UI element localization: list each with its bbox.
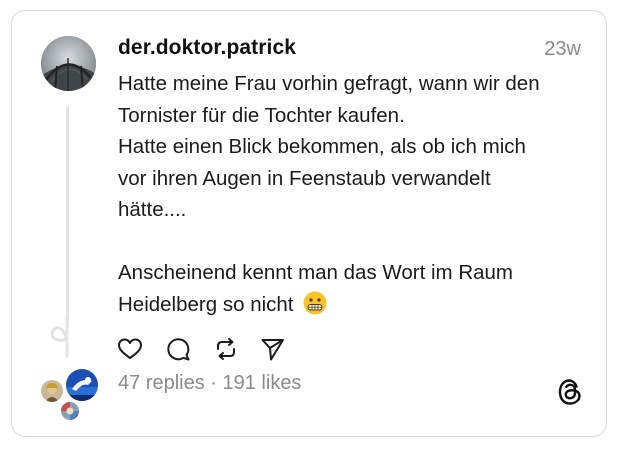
stats-separator: · bbox=[204, 372, 223, 394]
grimacing-face-emoji-icon bbox=[303, 291, 327, 314]
send-icon[interactable] bbox=[260, 336, 286, 362]
post-text-line: Tornister für die Tochter kaufen. bbox=[118, 103, 405, 127]
post-stats: 47 replies · 191 likes bbox=[118, 372, 301, 395]
heart-icon[interactable] bbox=[117, 336, 143, 362]
repost-icon[interactable] bbox=[213, 336, 239, 362]
thread-line bbox=[66, 106, 69, 328]
post-text-blank-line bbox=[118, 226, 588, 258]
post-text-line: Heidelberg so nicht bbox=[118, 292, 294, 316]
post-timestamp: 23w bbox=[544, 38, 581, 60]
thread-curl-icon bbox=[50, 318, 69, 358]
threads-logo-icon bbox=[558, 379, 581, 405]
replies-count[interactable]: 47 replies bbox=[118, 372, 205, 394]
reply-avatar[interactable] bbox=[59, 400, 81, 422]
post-text: Hatte meine Frau vorhin gefragt, wann wi… bbox=[118, 68, 588, 320]
post-text-line: Hatte einen Blick bekommen, als ob ich m… bbox=[118, 135, 526, 158]
post-text-last-line: Heidelberg so nicht bbox=[118, 289, 588, 321]
speech-bubble-icon[interactable] bbox=[165, 336, 191, 362]
post-text-line: Hatte meine Frau vorhin gefragt, wann wi… bbox=[118, 72, 540, 95]
post-text-line: Anscheinend kennt man das Wort im Raum bbox=[118, 261, 514, 284]
author-avatar[interactable] bbox=[41, 36, 96, 91]
reply-avatar[interactable] bbox=[39, 378, 65, 404]
post-text-line: hätte.... bbox=[118, 198, 187, 221]
post-text-line: vor ihren Augen in Feenstaub verwandelt bbox=[118, 166, 491, 190]
reply-avatar[interactable] bbox=[64, 367, 100, 403]
likes-count[interactable]: 191 likes bbox=[223, 372, 302, 394]
author-username[interactable]: der.doktor.patrick bbox=[118, 36, 296, 60]
